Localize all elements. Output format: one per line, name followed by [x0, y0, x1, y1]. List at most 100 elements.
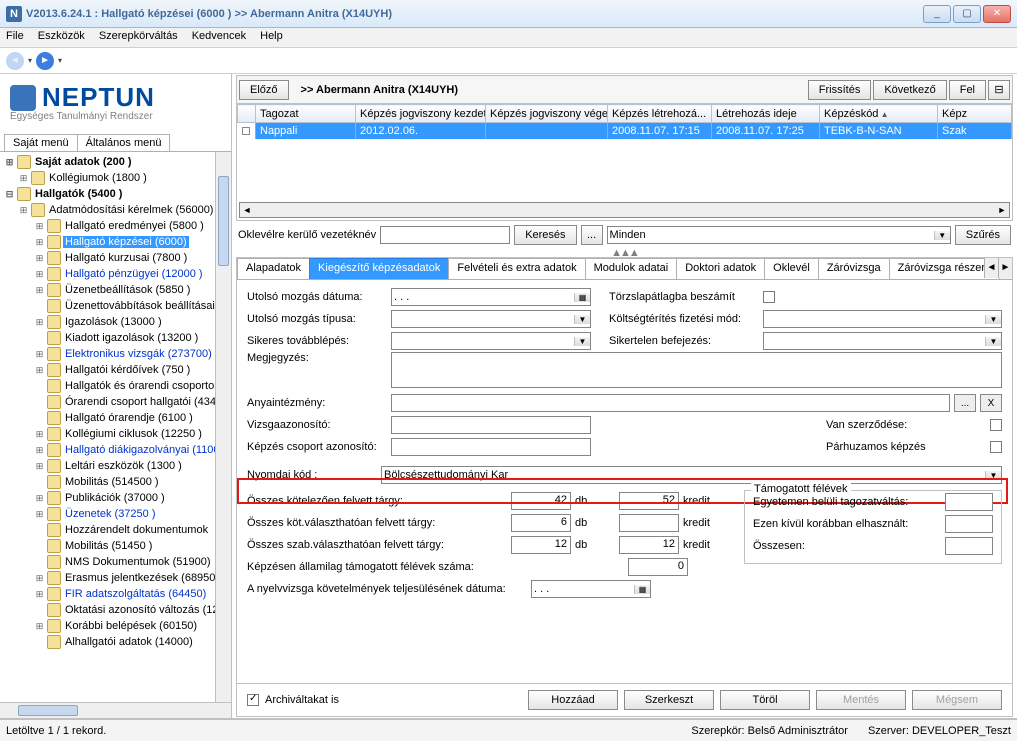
- anyaintezmeny-lookup-button[interactable]: ...: [954, 394, 976, 412]
- table-row[interactable]: Nappali 2012.02.06. 2008.11.07. 17:15 20…: [238, 123, 1012, 140]
- data-grid[interactable]: Tagozat Képzés jogviszony kezdete Képzés…: [236, 103, 1013, 221]
- field-vizsgaazon[interactable]: [391, 416, 591, 434]
- tree-node[interactable]: ⊞Kollégiumi ciklusok (12250 ): [0, 426, 231, 442]
- row-checkbox[interactable]: [242, 127, 250, 135]
- tab-alapadatok[interactable]: Alapadatok: [237, 258, 310, 279]
- search-ellipsis-button[interactable]: ...: [581, 225, 603, 245]
- grid-col-tagozat[interactable]: Tagozat: [256, 105, 356, 123]
- window-minimize-button[interactable]: _: [923, 5, 951, 23]
- tree-node[interactable]: ⊞Hallgató pénzügyei (12000 ): [0, 266, 231, 282]
- tree-node[interactable]: ⊞Üzenetek (37250 ): [0, 506, 231, 522]
- tree-node[interactable]: Üzenettovábbítások beállításai: [0, 298, 231, 314]
- nav-forward-chevron-icon[interactable]: ▾: [58, 56, 62, 65]
- next-record-button[interactable]: Következő: [873, 80, 946, 100]
- tree-node[interactable]: ⊞Igazolások (13000 ): [0, 314, 231, 330]
- tab-oklevel[interactable]: Oklevél: [764, 258, 819, 279]
- grid-col-jogvvege[interactable]: Képzés jogviszony vége: [486, 105, 608, 123]
- splitter-handle[interactable]: ▲▲▲: [236, 249, 1013, 257]
- filter-combo[interactable]: Minden ▼: [607, 226, 951, 244]
- tree-node[interactable]: Órarendi csoport hallgatói (434 ): [0, 394, 231, 410]
- cancel-button[interactable]: Mégsem: [912, 690, 1002, 710]
- field-nyomdai-kod[interactable]: Bölcsészettudományi Kar ▼: [381, 466, 1002, 484]
- field-megjegyzes[interactable]: [391, 352, 1002, 388]
- tree-node[interactable]: ⊞Hallgató képzései (6000): [0, 234, 231, 250]
- grid-col-letrehoza[interactable]: Képzés létrehozá...: [608, 105, 712, 123]
- tree-node[interactable]: ⊞Korábbi belépések (60150): [0, 618, 231, 634]
- grid-col-kepzeskod[interactable]: Képzéskód: [820, 105, 938, 123]
- tree-node[interactable]: ⊞Erasmus jelentkezések (68950): [0, 570, 231, 586]
- tab-scroll-left-icon[interactable]: ◄: [984, 258, 998, 278]
- menu-favorites[interactable]: Kedvencek: [192, 30, 246, 45]
- menu-tools[interactable]: Eszközök: [38, 30, 85, 45]
- val-allami[interactable]: 0: [628, 558, 688, 576]
- search-button[interactable]: Keresés: [514, 225, 576, 245]
- nav-forward-button[interactable]: ►: [36, 52, 54, 70]
- val-szabval-db[interactable]: 12: [511, 536, 571, 554]
- tab-sajat-menu[interactable]: Saját menü: [4, 134, 78, 151]
- field-nyelvv-date[interactable]: . . . ▦: [531, 580, 651, 598]
- tree-node[interactable]: ⊞Hallgató kurzusai (7800 ): [0, 250, 231, 266]
- tree-node[interactable]: Kiadott igazolások (13200 ): [0, 330, 231, 346]
- tree-node[interactable]: ⊞Hallgatói kérdőívek (750 ): [0, 362, 231, 378]
- search-input[interactable]: [380, 226, 510, 244]
- tree-node[interactable]: ⊞Hallgató diákigazolványai (1100): [0, 442, 231, 458]
- add-button[interactable]: Hozzáad: [528, 690, 618, 710]
- grid-hscrollbar[interactable]: ◄ ►: [239, 202, 1010, 218]
- prev-record-button[interactable]: Előző: [239, 80, 289, 100]
- grid-col-select[interactable]: [238, 105, 256, 123]
- grid-col-kepz[interactable]: Képz: [938, 105, 1012, 123]
- tree-node[interactable]: ⊞Saját adatok (200 ): [0, 154, 231, 170]
- chk-archivaltakat[interactable]: ✓: [247, 694, 259, 706]
- field-anyaintezmeny[interactable]: [391, 394, 950, 412]
- menu-file[interactable]: File: [6, 30, 24, 45]
- menu-help[interactable]: Help: [260, 30, 283, 45]
- window-close-button[interactable]: ✕: [983, 5, 1011, 23]
- tab-scroll-right-icon[interactable]: ►: [998, 258, 1012, 278]
- tree-node[interactable]: ⊞Leltári eszközök (1300 ): [0, 458, 231, 474]
- field-sikeres[interactable]: ▼: [391, 332, 591, 350]
- val-szabval-kredit[interactable]: 12: [619, 536, 679, 554]
- field-utolso-mozgas-tipusa[interactable]: ▼: [391, 310, 591, 328]
- tree-node[interactable]: ⊞Hallgató eredményei (5800 ): [0, 218, 231, 234]
- refresh-button[interactable]: Frissítés: [808, 80, 872, 100]
- navigation-tree[interactable]: ⊞Saját adatok (200 )⊞Kollégiumok (1800 )…: [0, 152, 231, 702]
- tree-hscrollbar[interactable]: [0, 702, 231, 718]
- chk-parh-kepzes[interactable]: [990, 441, 1002, 453]
- field-koltsegterites[interactable]: ▼: [763, 310, 1002, 328]
- tree-node[interactable]: Mobilitás (514500 ): [0, 474, 231, 490]
- tree-node[interactable]: ⊞Üzenetbeállítások (5850 ): [0, 282, 231, 298]
- tree-node[interactable]: Hallgató órarendje (6100 ): [0, 410, 231, 426]
- tree-node[interactable]: Alhallgatói adatok (14000): [0, 634, 231, 650]
- anyaintezmeny-clear-button[interactable]: X: [980, 394, 1002, 412]
- field-sikertelen[interactable]: ▼: [763, 332, 1002, 350]
- grid-col-letrehozasideje[interactable]: Létrehozás ideje: [712, 105, 820, 123]
- tree-node[interactable]: ⊞Elektronikus vizsgák (273700): [0, 346, 231, 362]
- window-maximize-button[interactable]: ▢: [953, 5, 981, 23]
- up-button[interactable]: Fel: [949, 80, 986, 100]
- field-kepzescsoport[interactable]: [391, 438, 591, 456]
- chk-torzslap[interactable]: [763, 291, 775, 303]
- tree-node[interactable]: ⊞Publikációk (37000 ): [0, 490, 231, 506]
- tab-kiegeszito[interactable]: Kiegészítő képzésadatok: [309, 258, 449, 279]
- tab-altalanos-menu[interactable]: Általános menü: [77, 134, 171, 151]
- edit-button[interactable]: Szerkeszt: [624, 690, 714, 710]
- val-kotval-kredit[interactable]: [619, 514, 679, 532]
- grid-col-jogvkezdete[interactable]: Képzés jogviszony kezdete: [356, 105, 486, 123]
- menu-roleswitch[interactable]: Szerepkörváltás: [99, 30, 178, 45]
- nav-back-chevron-icon[interactable]: ▾: [28, 56, 32, 65]
- pin-button[interactable]: ⊟: [988, 80, 1010, 100]
- val-kotval-db[interactable]: 6: [511, 514, 571, 532]
- val-kotelezo-kredit[interactable]: 52: [619, 492, 679, 510]
- scroll-left-icon[interactable]: ◄: [240, 205, 254, 215]
- nav-back-button[interactable]: ◄: [6, 52, 24, 70]
- grid-header-row[interactable]: Tagozat Képzés jogviszony kezdete Képzés…: [238, 105, 1012, 123]
- filter-button[interactable]: Szűrés: [955, 225, 1011, 245]
- tree-node[interactable]: Hallgatók és órarendi csoportok: [0, 378, 231, 394]
- tree-vscrollbar[interactable]: [215, 152, 231, 702]
- tab-doktori[interactable]: Doktori adatok: [676, 258, 765, 279]
- val-osszesen[interactable]: [945, 537, 993, 555]
- tab-zarovizsga[interactable]: Záróvizsga: [818, 258, 890, 279]
- tree-node[interactable]: Mobilitás (51450 ): [0, 538, 231, 554]
- tab-felveteli[interactable]: Felvételi és extra adatok: [448, 258, 585, 279]
- chk-van-szerzodese[interactable]: [990, 419, 1002, 431]
